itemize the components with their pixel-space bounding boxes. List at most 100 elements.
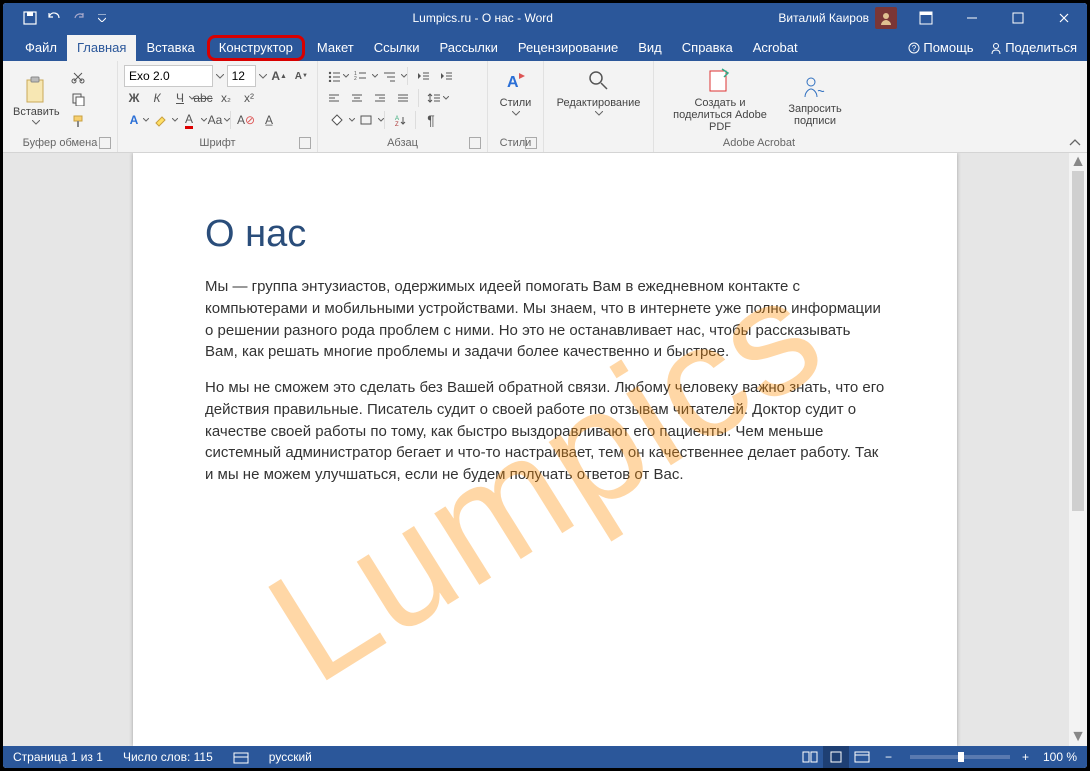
status-language[interactable]: русский — [259, 750, 322, 764]
paste-label: Вставить — [13, 106, 60, 118]
scroll-down-icon[interactable]: ▼ — [1069, 728, 1087, 746]
sort-button[interactable]: AZ — [390, 110, 410, 130]
scroll-up-icon[interactable]: ▲ — [1069, 153, 1087, 171]
decrease-indent-button[interactable] — [413, 66, 433, 86]
quick-access-toolbar — [3, 11, 193, 25]
app-window: Lumpics.ru - О нас - Word Виталий Каиров… — [0, 0, 1090, 771]
zoom-slider[interactable] — [910, 755, 1010, 759]
chevron-down-icon[interactable] — [259, 74, 267, 79]
editing-button[interactable]: Редактирование — [550, 65, 647, 118]
text-effects-button[interactable]: A — [124, 110, 144, 130]
close-button[interactable] — [1041, 3, 1087, 33]
tab-design[interactable]: Конструктор — [207, 35, 305, 61]
scrollbar-thumb[interactable] — [1072, 171, 1084, 511]
status-spellcheck-icon[interactable] — [223, 750, 259, 764]
tab-review[interactable]: Рецензирование — [508, 35, 628, 61]
show-marks-button[interactable]: ¶ — [421, 110, 441, 130]
tab-references[interactable]: Ссылки — [364, 35, 430, 61]
dialog-launcher-icon[interactable] — [469, 137, 481, 149]
tab-mailings[interactable]: Рассылки — [429, 35, 507, 61]
dialog-launcher-icon[interactable] — [525, 137, 537, 149]
phonetic-guide-button[interactable]: A̲ — [259, 110, 279, 130]
share-button[interactable]: Поделиться — [990, 40, 1077, 55]
save-icon[interactable] — [23, 11, 37, 25]
multilevel-list-button[interactable] — [376, 66, 402, 86]
align-center-button[interactable] — [347, 88, 367, 108]
subscript-button[interactable]: x₂ — [216, 88, 236, 108]
underline-button[interactable]: Ч — [170, 88, 190, 108]
document-page[interactable]: Lumpics О нас Мы — группа энтузиастов, о… — [133, 153, 957, 746]
strikethrough-button[interactable]: abc — [193, 88, 213, 108]
font-color-button[interactable]: A — [176, 110, 202, 130]
undo-icon[interactable] — [47, 11, 61, 25]
cut-button[interactable] — [68, 67, 88, 87]
dialog-launcher-icon[interactable] — [99, 137, 111, 149]
superscript-button[interactable]: x² — [239, 88, 259, 108]
collapse-ribbon-button[interactable] — [1069, 138, 1081, 148]
svg-text:A: A — [507, 74, 519, 91]
user-account[interactable]: Виталий Каиров — [772, 7, 903, 29]
paste-icon — [22, 76, 50, 104]
shading-button[interactable] — [324, 110, 350, 130]
highlight-button[interactable] — [147, 110, 173, 130]
tab-layout[interactable]: Макет — [307, 35, 364, 61]
tab-acrobat[interactable]: Acrobat — [743, 35, 808, 61]
tell-me[interactable]: ? Помощь — [908, 40, 974, 55]
numbering-button[interactable]: 12 — [347, 66, 373, 86]
web-layout-button[interactable] — [849, 746, 875, 768]
dialog-launcher-icon[interactable] — [299, 137, 311, 149]
shrink-font-button[interactable]: A▼ — [292, 66, 311, 86]
signature-icon — [801, 73, 829, 101]
group-paragraph-label: Абзац — [324, 135, 481, 152]
bullets-button[interactable] — [324, 66, 344, 86]
pdf-icon — [706, 67, 734, 95]
status-word-count[interactable]: Число слов: 115 — [113, 750, 223, 764]
line-spacing-button[interactable] — [424, 88, 444, 108]
create-pdf-button[interactable]: Создать и поделиться Adobe PDF — [660, 65, 780, 135]
grow-font-button[interactable]: A▲ — [270, 66, 289, 86]
request-signatures-button[interactable]: Запросить подписи — [780, 65, 850, 135]
group-styles: A Стили Стили — [488, 61, 544, 152]
status-page[interactable]: Страница 1 из 1 — [3, 750, 113, 764]
group-editing-label — [550, 135, 647, 152]
chevron-down-icon — [32, 120, 40, 125]
group-paragraph: 12 AZ — [318, 61, 488, 152]
vertical-scrollbar[interactable]: ▲ ▼ — [1069, 153, 1087, 746]
bold-button[interactable]: Ж — [124, 88, 144, 108]
tab-help[interactable]: Справка — [672, 35, 743, 61]
ribbon-display-options[interactable] — [903, 3, 949, 33]
borders-button[interactable] — [353, 110, 379, 130]
tab-insert[interactable]: Вставка — [136, 35, 204, 61]
format-painter-button[interactable] — [68, 111, 88, 131]
clear-formatting-button[interactable]: A⊘ — [236, 110, 256, 130]
font-size-combo[interactable]: 12 — [227, 65, 256, 87]
tab-file[interactable]: Файл — [15, 35, 67, 61]
justify-button[interactable] — [393, 88, 413, 108]
align-right-button[interactable] — [370, 88, 390, 108]
italic-button[interactable]: К — [147, 88, 167, 108]
copy-button[interactable] — [68, 89, 88, 109]
paste-button[interactable]: Вставить — [9, 65, 64, 135]
zoom-level[interactable]: 100 % — [1033, 750, 1087, 764]
change-case-button[interactable]: Aa — [205, 110, 225, 130]
print-layout-button[interactable] — [823, 746, 849, 768]
tab-home[interactable]: Главная — [67, 35, 136, 61]
group-styles-label: Стили — [494, 135, 537, 152]
zoom-slider-knob[interactable] — [958, 752, 964, 762]
qat-customize-icon[interactable] — [95, 11, 109, 25]
maximize-button[interactable] — [995, 3, 1041, 33]
redo-icon[interactable] — [71, 11, 85, 25]
font-name-combo[interactable]: Exo 2.0 — [124, 65, 213, 87]
read-mode-button[interactable] — [797, 746, 823, 768]
minimize-button[interactable] — [949, 3, 995, 33]
chevron-down-icon[interactable] — [216, 74, 224, 79]
zoom-out-button[interactable]: − — [875, 750, 902, 764]
increase-indent-button[interactable] — [436, 66, 456, 86]
styles-button[interactable]: A Стили — [494, 65, 537, 118]
user-name: Виталий Каиров — [778, 11, 869, 25]
ribbon: Вставить Буфер обмена Exo 2.0 12 — [3, 61, 1087, 153]
chevron-down-icon — [595, 111, 603, 116]
tab-view[interactable]: Вид — [628, 35, 672, 61]
align-left-button[interactable] — [324, 88, 344, 108]
zoom-in-button[interactable]: + — [1018, 750, 1033, 764]
